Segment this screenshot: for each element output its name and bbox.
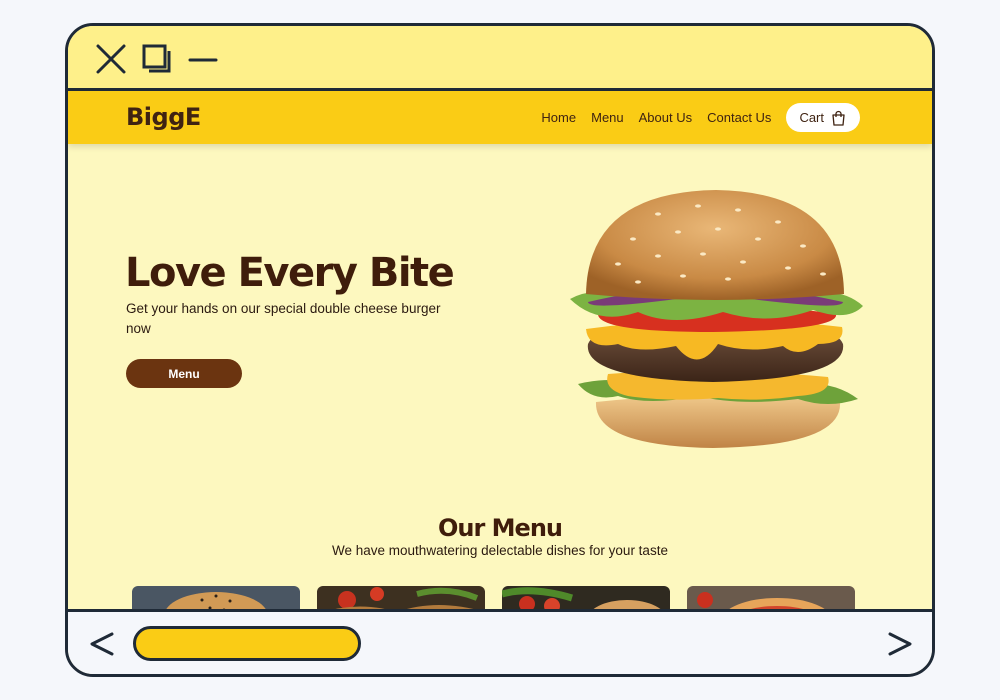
chevron-right-icon[interactable] [886, 630, 914, 663]
site-navbar: BiggE Home Menu About Us Contact Us Cart [68, 91, 932, 144]
site-logo[interactable]: BiggE [126, 103, 201, 131]
restore-icon[interactable] [140, 42, 174, 76]
nav-link-contact[interactable]: Contact Us [707, 110, 771, 125]
cart-label: Cart [799, 110, 824, 125]
close-icon[interactable] [94, 42, 128, 76]
browser-bottom-bar [68, 609, 932, 674]
menu-section-subtitle: We have mouthwatering delectable dishes … [332, 543, 668, 558]
shopping-bag-icon [832, 110, 845, 126]
menu-section-title: Our Menu [437, 514, 563, 542]
address-bar[interactable] [133, 626, 361, 661]
window-title-bar [68, 26, 932, 91]
hero-title: Love Every Bite [125, 250, 455, 296]
hero-subtitle: Get your hands on our special double che… [126, 301, 441, 336]
burger-image [570, 190, 863, 448]
nav-link-about[interactable]: About Us [639, 110, 692, 125]
chevron-left-icon[interactable] [88, 630, 116, 663]
hero-menu-button[interactable]: Menu [126, 359, 242, 388]
nav-link-menu[interactable]: Menu [591, 110, 624, 125]
browser-window: BiggE Home Menu About Us Contact Us Cart… [65, 23, 935, 677]
nav-links: Home Menu About Us Contact Us Cart [541, 103, 860, 132]
minimize-icon[interactable] [186, 42, 220, 76]
nav-link-home[interactable]: Home [541, 110, 576, 125]
cart-button[interactable]: Cart [786, 103, 860, 132]
